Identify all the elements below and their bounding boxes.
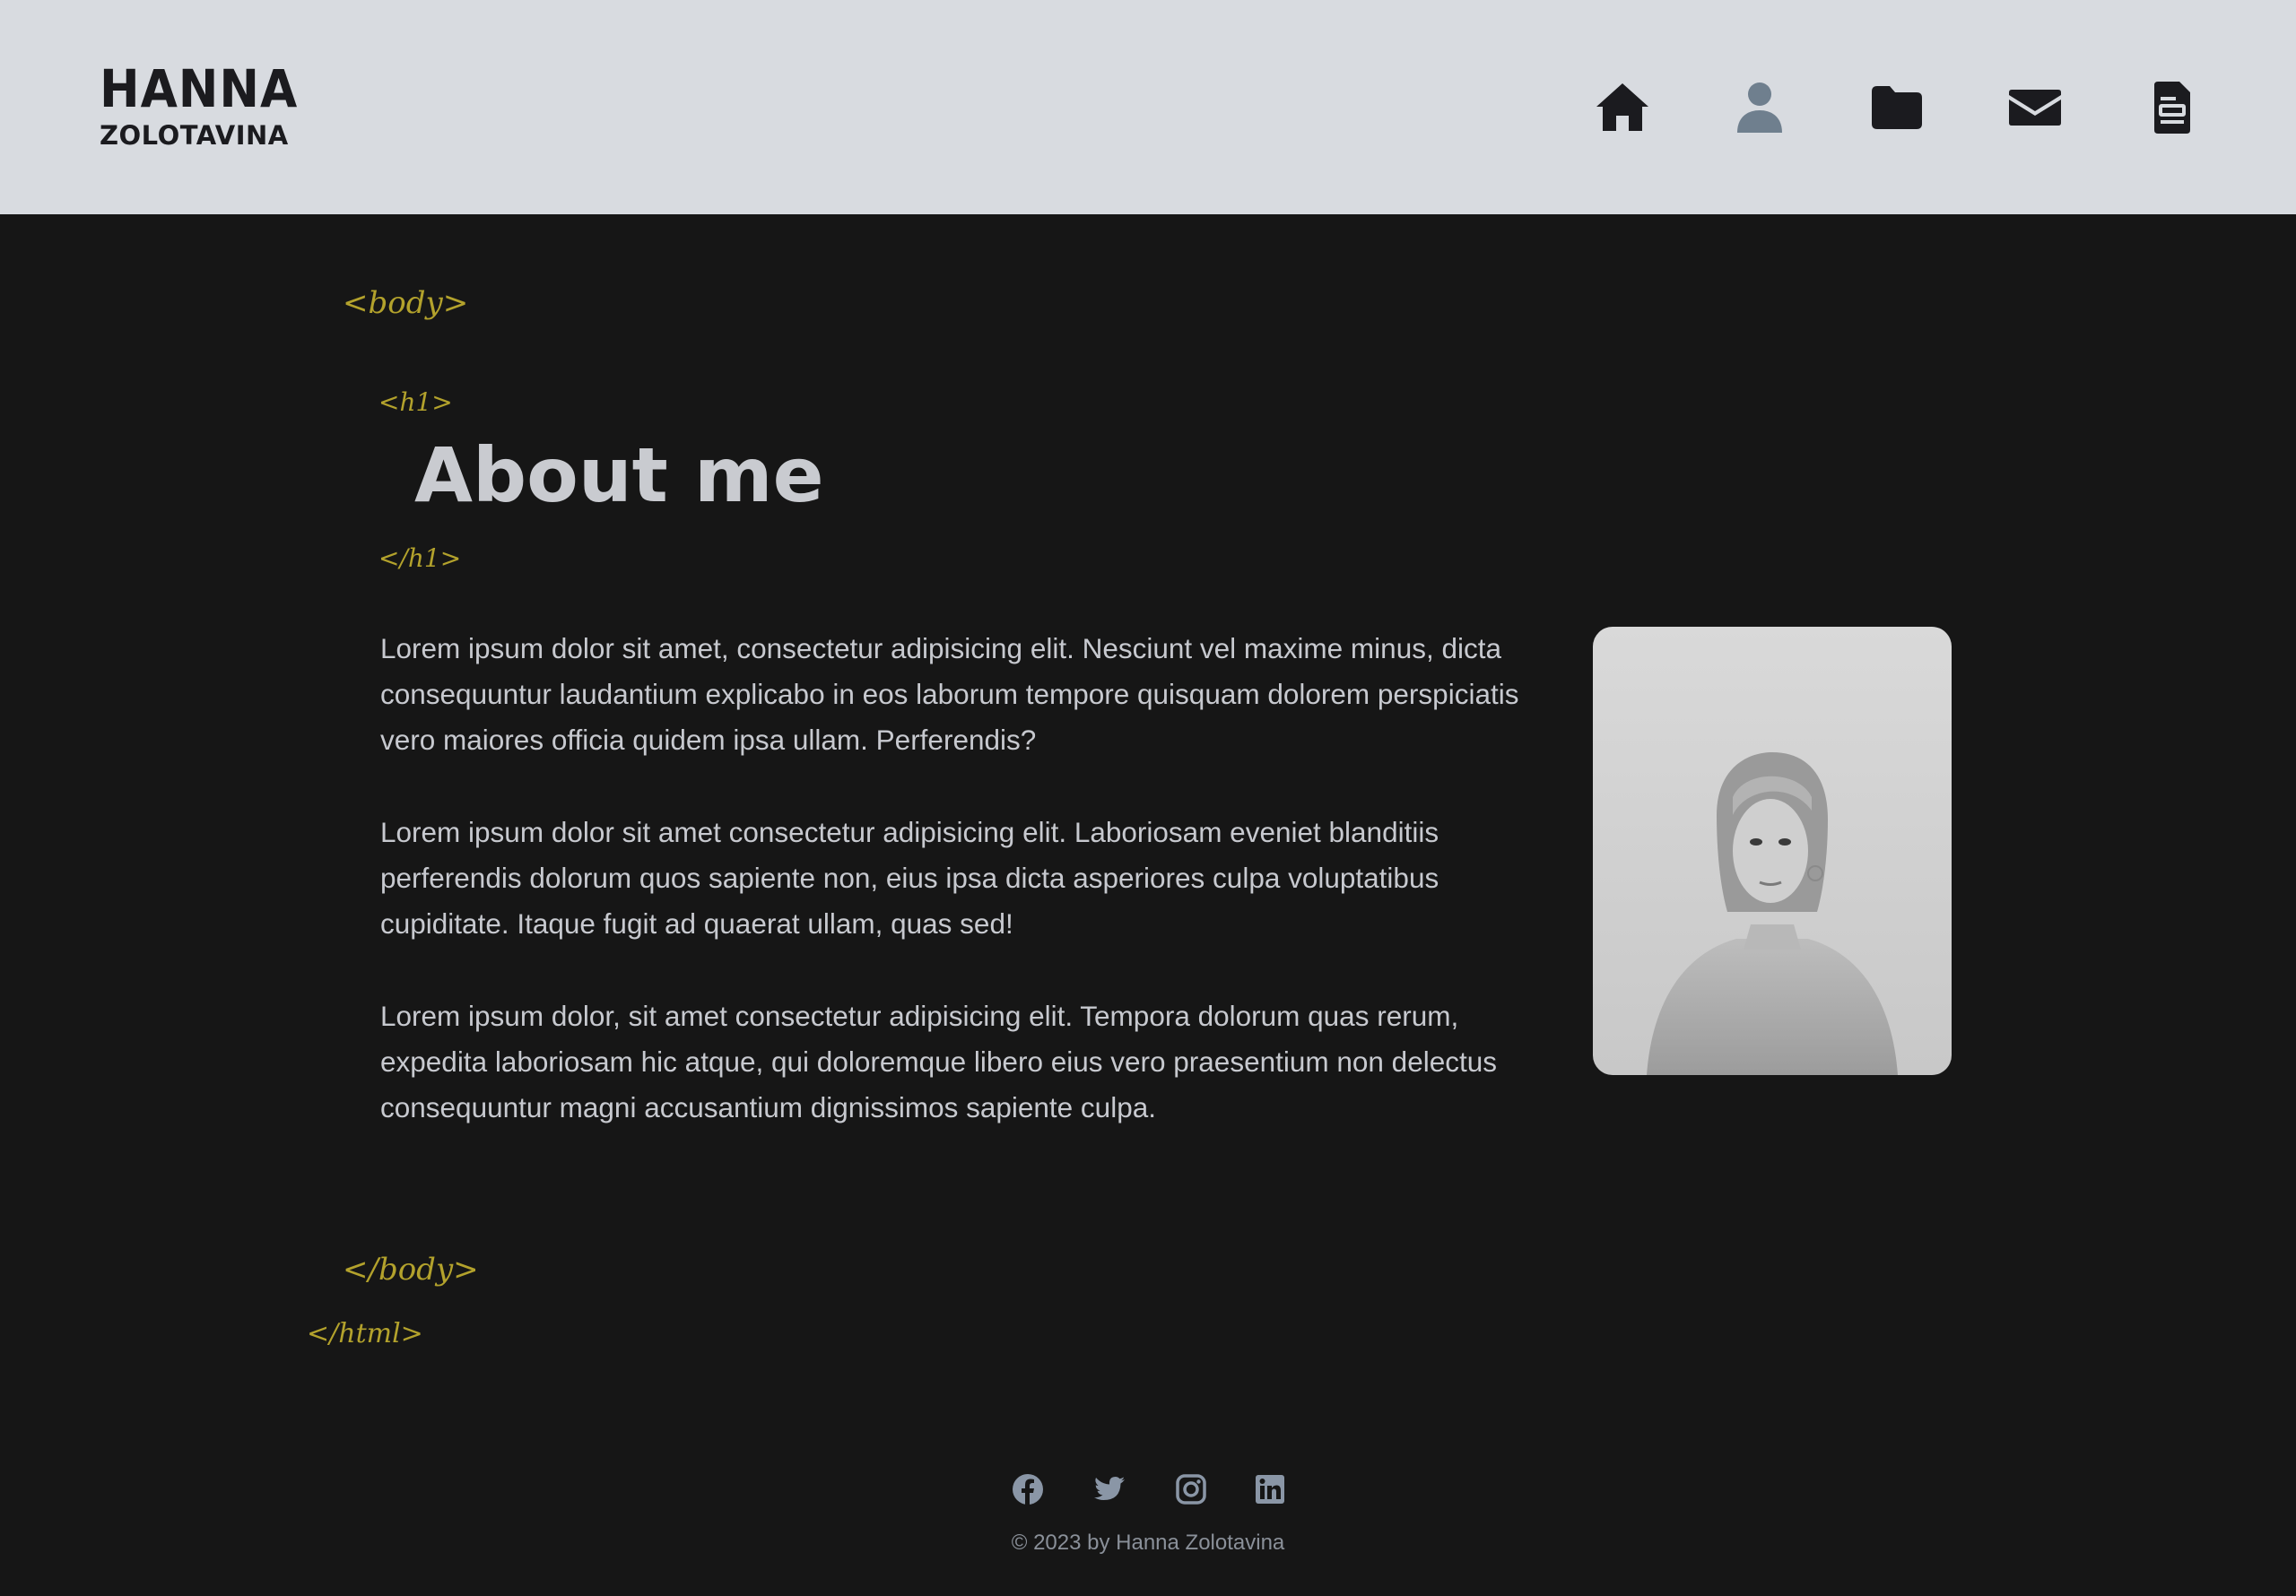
document-icon: [2154, 82, 2190, 134]
facebook-icon: [1013, 1474, 1043, 1505]
instagram-link[interactable]: [1173, 1471, 1209, 1507]
nav-about[interactable]: [1731, 79, 1788, 136]
html-close-tag: </html>: [307, 1318, 423, 1349]
profile-photo: [1593, 627, 1952, 1075]
linkedin-link[interactable]: [1252, 1471, 1288, 1507]
about-paragraph: Lorem ipsum dolor sit amet consectetur a…: [380, 816, 1439, 940]
body-open-tag: <body>: [343, 285, 469, 321]
facebook-link[interactable]: [1010, 1471, 1046, 1507]
body-close-tag: </body>: [343, 1252, 479, 1288]
home-icon: [1596, 83, 1648, 131]
folder-icon: [1872, 86, 1922, 129]
nav-portfolio[interactable]: [1868, 79, 1926, 136]
instagram-icon: [1176, 1474, 1206, 1505]
twitter-icon: [1094, 1477, 1125, 1500]
main-nav: [0, 79, 2296, 136]
social-links: [0, 1471, 2296, 1507]
page-title: About me: [414, 431, 824, 519]
about-paragraph: Lorem ipsum dolor, sit amet consectetur …: [380, 1000, 1498, 1123]
user-icon: [1737, 82, 1782, 133]
site-header: HANNA ZOLOTAVINA: [0, 0, 2296, 214]
envelope-icon: [2009, 90, 2061, 126]
about-text: Lorem ipsum dolor sit amet, consectetur …: [380, 626, 1546, 1177]
copyright-text: © 2023 by Hanna Zolotavina: [1011, 1531, 1285, 1555]
linkedin-icon: [1256, 1475, 1284, 1504]
h1-open-tag: <h1>: [378, 387, 453, 417]
about-paragraph: Lorem ipsum dolor sit amet, consectetur …: [380, 632, 1519, 756]
nav-contact[interactable]: [2006, 79, 2064, 136]
h1-close-tag: </h1>: [378, 543, 462, 573]
nav-resume[interactable]: [2144, 79, 2201, 136]
twitter-link[interactable]: [1091, 1471, 1127, 1507]
nav-home[interactable]: [1594, 79, 1651, 136]
